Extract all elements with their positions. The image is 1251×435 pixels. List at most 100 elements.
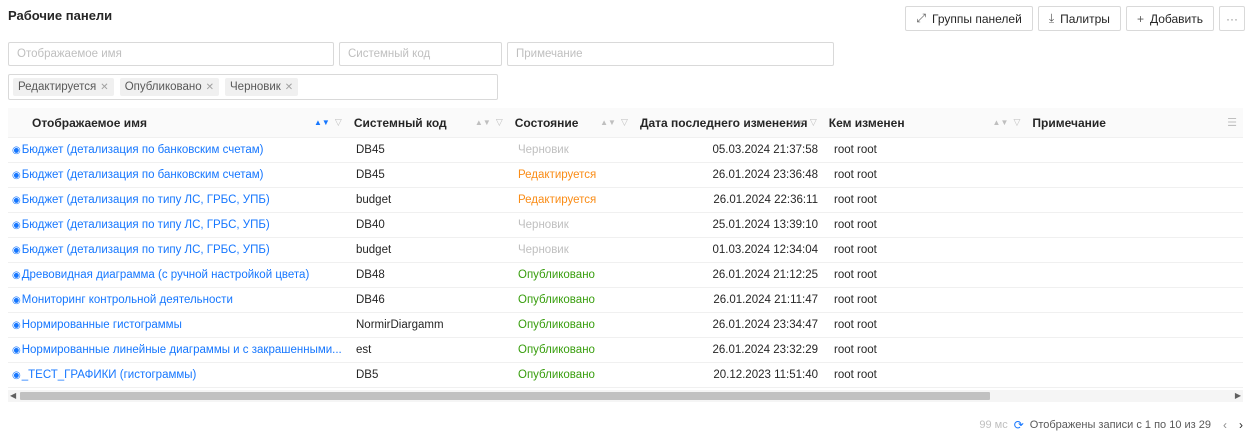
dashboard-link[interactable]: ◉ Бюджет (детализация по типу ЛС, ГРБС, У… — [8, 244, 348, 256]
column-header-display-name[interactable]: Отображаемое имя ▲▼ ▽ — [8, 108, 346, 137]
note-filter-input[interactable]: Примечание — [507, 42, 834, 66]
expand-icon: ⤢ — [916, 11, 927, 25]
column-title: Кем изменен — [828, 115, 905, 130]
scroll-right-icon[interactable]: ▶ — [1235, 390, 1241, 402]
modified-by-cell: root root — [834, 194, 877, 206]
status-cell: Черновик — [518, 144, 569, 156]
column-header-note[interactable]: Примечание — [1024, 108, 1235, 137]
eye-icon[interactable]: ◉ — [12, 370, 21, 381]
dashboard-name: Бюджет (детализация по банковским счетам… — [21, 169, 264, 181]
eye-icon[interactable]: ◉ — [12, 270, 21, 281]
filter-icon[interactable]: ▽ — [335, 117, 342, 128]
column-header-status[interactable]: Состояние ▲▼ ▽ — [507, 108, 632, 137]
system-code-cell: DB5 — [356, 369, 379, 381]
remove-tag-icon[interactable]: ✕ — [100, 82, 108, 93]
system-code-filter-input[interactable]: Системный код — [339, 42, 502, 66]
pagination-footer: 99 мс ⟳ Отображены записи с 1 по 10 из 2… — [979, 418, 1243, 432]
filter-icon[interactable]: ▽ — [621, 117, 628, 128]
last-modified-cell: 20.12.2023 11:51:40 — [713, 369, 818, 381]
system-code-cell: DB48 — [356, 269, 385, 281]
panel-groups-button[interactable]: ⤢ Группы панелей — [905, 6, 1033, 31]
dashboard-link[interactable]: ◉ Нормированные линейные диаграммы и с за… — [8, 344, 348, 356]
last-modified-cell: 26.01.2024 23:36:48 — [712, 169, 818, 181]
modified-by-cell: root root — [834, 369, 877, 381]
system-code-cell: est — [356, 344, 372, 356]
dashboard-link[interactable]: ◉ Бюджет (детализация по типу ЛС, ГРБС, У… — [8, 194, 348, 206]
filter-icon[interactable]: ▽ — [1013, 117, 1020, 128]
dashboard-link[interactable]: ◉ Бюджет (детализация по банковским счета… — [8, 169, 348, 181]
remove-tag-icon[interactable]: ✕ — [206, 82, 214, 93]
column-header-last-modified[interactable]: Дата последнего изменения ▲▼ ▽ — [632, 108, 821, 137]
system-code-cell: budget — [356, 194, 392, 206]
sort-icon[interactable]: ▲▼ — [993, 118, 1009, 127]
status-cell: Опубликовано — [518, 344, 595, 356]
column-header-modified-by[interactable]: Кем изменен ▲▼ ▽ — [821, 108, 1025, 137]
status-cell: Редактируется — [518, 169, 597, 181]
dashboards-table: Отображаемое имя ▲▼ ▽ Системный код ▲▼ ▽… — [8, 108, 1243, 388]
dashboard-link[interactable]: ◉ Бюджет (детализация по типу ЛС, ГРБС, У… — [8, 219, 348, 231]
dashboard-name: Мониторинг контрольной деятельности — [21, 294, 233, 306]
column-settings-icon[interactable]: ☰ — [1227, 116, 1237, 129]
remove-tag-icon[interactable]: ✕ — [285, 82, 293, 93]
table-row[interactable]: ◉ Бюджет (детализация по банковским счета… — [8, 163, 1243, 188]
prev-page-icon[interactable]: ‹ — [1223, 418, 1227, 432]
column-header-system-code[interactable]: Системный код ▲▼ ▽ — [346, 108, 507, 137]
dashboard-name: _ТЕСТ_ГРАФИКИ (гистограммы) — [21, 369, 197, 381]
scrollbar-thumb[interactable] — [20, 392, 990, 400]
status-tag-label: Опубликовано — [124, 81, 202, 93]
table-row[interactable]: ◉ Древовидная диаграмма (с ручной настрой… — [8, 263, 1243, 288]
horizontal-scrollbar[interactable]: ◀ ▶ — [8, 390, 1243, 402]
table-row[interactable]: ◉ Нормированные гистограммы NormirDiargamm… — [8, 313, 1243, 338]
table-row[interactable]: ◉ _ТЕСТ_ГРАФИКИ (гистограммы) DB5 Опубликов… — [8, 363, 1243, 388]
eye-icon[interactable]: ◉ — [12, 145, 21, 156]
modified-by-cell: root root — [834, 269, 877, 281]
table-row[interactable]: ◉ Бюджет (детализация по банковским счета… — [8, 138, 1243, 163]
table-row[interactable]: ◉ Бюджет (детализация по типу ЛС, ГРБС, У… — [8, 213, 1243, 238]
sort-icon[interactable]: ▲▼ — [789, 118, 805, 127]
status-cell: Черновик — [518, 219, 569, 231]
eye-icon[interactable]: ◉ — [12, 320, 21, 331]
add-button[interactable]: + Добавить — [1125, 6, 1214, 31]
dashboard-link[interactable]: ◉ _ТЕСТ_ГРАФИКИ (гистограммы) — [8, 369, 348, 381]
query-time: 99 мс — [979, 419, 1008, 431]
refresh-icon[interactable]: ⟳ — [1014, 418, 1024, 432]
status-cell: Опубликовано — [518, 319, 595, 331]
table-row[interactable]: ◉ Мониторинг контрольной деятельности DB46… — [8, 288, 1243, 313]
filter-icon[interactable]: ▽ — [496, 117, 503, 128]
filter-icon[interactable]: ▽ — [810, 117, 817, 128]
eye-icon[interactable]: ◉ — [12, 170, 21, 181]
last-modified-cell: 05.03.2024 21:37:58 — [712, 144, 818, 156]
eye-icon[interactable]: ◉ — [12, 345, 21, 356]
eye-icon[interactable]: ◉ — [12, 220, 21, 231]
table-row[interactable]: ◉ Бюджет (детализация по типу ЛС, ГРБС, У… — [8, 188, 1243, 213]
dashboard-link[interactable]: ◉ Бюджет (детализация по банковским счета… — [8, 144, 348, 156]
status-tag: Опубликовано ✕ — [119, 78, 220, 96]
status-cell: Опубликовано — [518, 269, 595, 281]
status-tag: Черновик ✕ — [225, 78, 299, 96]
eye-icon[interactable]: ◉ — [12, 195, 21, 206]
sort-icon[interactable]: ▲▼ — [314, 118, 330, 127]
sort-icon[interactable]: ▲▼ — [600, 118, 616, 127]
status-cell: Редактируется — [518, 194, 597, 206]
modified-by-cell: root root — [834, 144, 877, 156]
dashboard-link[interactable]: ◉ Древовидная диаграмма (с ручной настрой… — [8, 269, 348, 281]
system-code-cell: budget — [356, 244, 392, 256]
dashboard-link[interactable]: ◉ Нормированные гистограммы — [8, 319, 348, 331]
status-tag: Редактируется ✕ — [13, 78, 114, 96]
display-name-filter-input[interactable]: Отображаемое имя — [8, 42, 334, 66]
status-filter-select[interactable]: Редактируется ✕ Опубликовано ✕ Черновик … — [8, 74, 498, 100]
palettes-button[interactable]: ⤓ Палитры — [1037, 6, 1121, 31]
more-button[interactable]: ··· — [1219, 6, 1245, 31]
eye-icon[interactable]: ◉ — [12, 295, 21, 306]
dashboard-link[interactable]: ◉ Мониторинг контрольной деятельности — [8, 294, 348, 306]
column-title: Системный код — [353, 115, 447, 130]
next-page-icon[interactable]: › — [1239, 418, 1243, 432]
table-header: Отображаемое имя ▲▼ ▽ Системный код ▲▼ ▽… — [8, 108, 1243, 138]
scroll-left-icon[interactable]: ◀ — [10, 390, 16, 402]
table-row[interactable]: ◉ Нормированные линейные диаграммы и с за… — [8, 338, 1243, 363]
palettes-label: Палитры — [1060, 11, 1110, 26]
eye-icon[interactable]: ◉ — [12, 245, 21, 256]
sort-icon[interactable]: ▲▼ — [475, 118, 491, 127]
table-row[interactable]: ◉ Бюджет (детализация по типу ЛС, ГРБС, У… — [8, 238, 1243, 263]
dashboard-name: Бюджет (детализация по типу ЛС, ГРБС, УП… — [21, 244, 270, 256]
